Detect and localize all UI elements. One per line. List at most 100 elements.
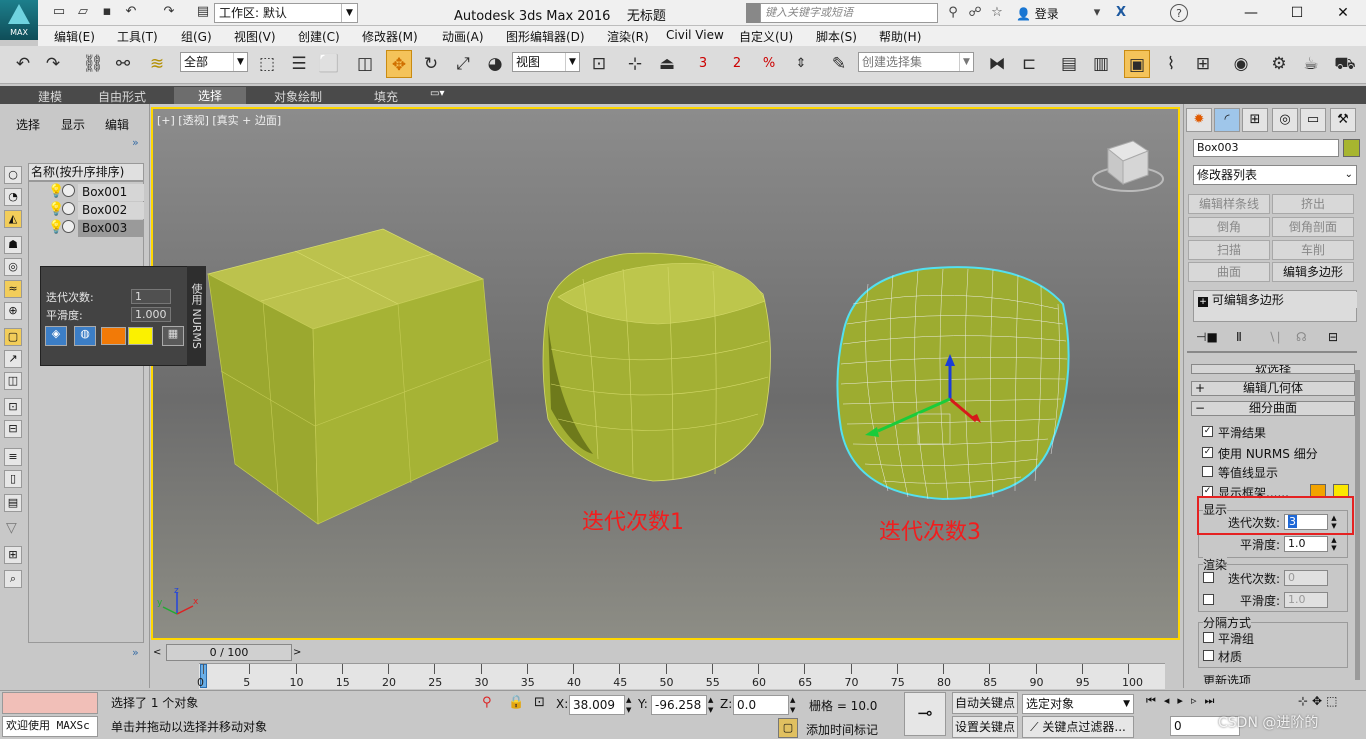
lock-selection-icon[interactable]: 🔒	[508, 695, 524, 710]
spinner-arrows-icon[interactable]: ▲ ▼	[708, 695, 718, 715]
curve-editor-icon[interactable]: ⌇	[1158, 50, 1184, 78]
object-color-swatch[interactable]	[1343, 139, 1360, 157]
help-icon[interactable]: ?	[1170, 4, 1188, 22]
material-editor-icon[interactable]: ◉	[1228, 50, 1254, 78]
name-column-header[interactable]: 名称(按升序排序)	[28, 163, 144, 181]
tab-selection[interactable]: 选择	[174, 87, 246, 104]
stack-item[interactable]: + 可编辑多边形	[1198, 292, 1357, 308]
hidden-filter-icon[interactable]: ⊟	[4, 420, 22, 438]
select-manipulate-icon[interactable]: ⊹	[622, 50, 648, 78]
spinner-arrows-icon[interactable]: ▲ ▼	[790, 695, 800, 715]
minimize-button[interactable]: —	[1228, 0, 1274, 26]
exchange-icon[interactable]: X	[1112, 4, 1130, 22]
playback-controls[interactable]: ⏮◂▸▹⏭	[1146, 694, 1222, 708]
bevel-button[interactable]: 倒角	[1188, 217, 1270, 237]
menu-rendering[interactable]: 渲染(R)	[607, 28, 649, 45]
link-icon[interactable]: ⛓	[80, 50, 106, 78]
ribbon-options-icon[interactable]: ▭▾	[430, 88, 444, 99]
dropdown-icon[interactable]: ▾	[1088, 4, 1106, 22]
scene-explorer-icon[interactable]: ▣	[1124, 50, 1150, 78]
menu-scripting[interactable]: 脚本(S)	[816, 28, 857, 45]
freeze-icon[interactable]	[62, 202, 75, 215]
undo-icon[interactable]: ↶	[122, 3, 140, 21]
use-nurms-checkbox[interactable]: ✓	[1202, 447, 1213, 458]
spacewarp-filter-icon[interactable]: ▢	[4, 328, 22, 346]
angle-snap-icon[interactable]: 2	[724, 50, 750, 78]
bind-spacewarp-icon[interactable]: ≋	[144, 50, 170, 78]
save-icon[interactable]: ▪	[98, 3, 116, 21]
menu-tools[interactable]: 工具(T)	[117, 28, 158, 45]
named-selection-set-dropdown[interactable]: 创建选择集 ▼	[858, 52, 974, 72]
menu-group[interactable]: 组(G)	[181, 28, 212, 45]
auto-key-button[interactable]: 自动关键点	[952, 692, 1018, 714]
render-frame-icon[interactable]: ☕	[1298, 50, 1324, 78]
tab-modeling[interactable]: 建模	[38, 88, 62, 105]
list-item[interactable]: Box001	[78, 184, 144, 201]
new-file-icon[interactable]: ▭	[50, 3, 68, 21]
time-tag-icon[interactable]: ▢	[778, 718, 798, 738]
smooth-result-checkbox[interactable]: ✓	[1202, 426, 1213, 437]
freeze-icon[interactable]	[62, 184, 75, 197]
more-icon[interactable]: »	[132, 646, 139, 659]
window-crossing-icon[interactable]: ◫	[352, 50, 378, 78]
geometry-filter-icon[interactable]: ◭	[4, 210, 22, 228]
bone-filter-icon[interactable]: ↗	[4, 350, 22, 368]
sort-icon[interactable]: ≡	[4, 448, 22, 466]
camera-filter-icon[interactable]: ☗	[4, 236, 22, 254]
cage-icon[interactable]: ◈	[45, 326, 67, 346]
object-name-field[interactable]: Box003	[1193, 139, 1339, 157]
select-by-name-icon[interactable]: ☰	[286, 50, 312, 78]
tab-object-paint[interactable]: 对象绘制	[274, 88, 322, 105]
modify-tab-icon[interactable]: ◜	[1214, 108, 1240, 132]
mirror-icon[interactable]: ⧓	[984, 50, 1010, 78]
schematic-view-icon[interactable]: ⊞	[1190, 50, 1216, 78]
remove-modifier-icon[interactable]: ☊	[1296, 330, 1307, 344]
configure-sets-icon[interactable]: ⊟	[1328, 330, 1338, 344]
communication-icon[interactable]: ☍	[966, 4, 984, 22]
redo-icon[interactable]: ↷	[40, 50, 66, 78]
lathe-button[interactable]: 车削	[1272, 240, 1354, 260]
favorites-star-icon[interactable]: ☆	[988, 4, 1006, 22]
display-tab-icon[interactable]: ▭	[1300, 108, 1326, 132]
layer-icon[interactable]: ▤	[4, 494, 22, 512]
rollout-soft-selection[interactable]: 软选择	[1191, 364, 1355, 374]
group-filter-icon[interactable]: ◫	[4, 372, 22, 390]
isoline-display-checkbox[interactable]	[1202, 466, 1213, 477]
render-smoothness-checkbox[interactable]	[1203, 594, 1214, 605]
render-iterations-input[interactable]: 0	[1284, 570, 1328, 586]
viewcube[interactable]	[1092, 140, 1164, 192]
search-input[interactable]: 键入关键字或短语	[760, 3, 938, 23]
shape-filter-icon[interactable]: ≈	[4, 280, 22, 298]
previous-frame-icon[interactable]: <	[153, 645, 165, 661]
rollout-subdivision-surface[interactable]: − 细分曲面	[1191, 401, 1355, 416]
render-smoothness-input[interactable]: 1.0	[1284, 592, 1328, 608]
place-icon[interactable]: ◕	[482, 50, 508, 78]
next-frame-icon[interactable]: >	[293, 645, 305, 661]
maxscript-mini-listener[interactable]: 欢迎使用 MAXSc	[2, 716, 98, 737]
key-mode-dropdown[interactable]: 选定对象 ▼	[1022, 694, 1134, 714]
edit-poly-button[interactable]: 编辑多边形	[1272, 262, 1354, 282]
sweep-button[interactable]: 扫描	[1188, 240, 1270, 260]
select-and-scale-icon[interactable]: ⤢	[450, 50, 476, 78]
menu-civil-view[interactable]: Civil View	[666, 28, 724, 42]
nurms-smooth-input[interactable]: 1.000	[131, 307, 171, 322]
modifier-list-dropdown[interactable]: 修改器列表 ⌄	[1193, 165, 1357, 185]
freeze-icon[interactable]	[62, 220, 75, 233]
explorer-tab-edit[interactable]: 编辑	[105, 116, 129, 133]
undo-icon[interactable]: ↶	[10, 50, 36, 78]
utilities-tab-icon[interactable]: ⚒	[1330, 108, 1356, 132]
materials-checkbox[interactable]	[1203, 650, 1214, 661]
nurms-panel-tab[interactable]: 使用 NURMS	[187, 266, 206, 366]
edit-spline-button[interactable]: 编辑样条线	[1188, 194, 1270, 214]
extrude-button[interactable]: 挤出	[1272, 194, 1354, 214]
snaps-toggle-icon[interactable]: 3	[690, 50, 716, 78]
bevel-profile-button[interactable]: 倒角剖面	[1272, 217, 1354, 237]
list-item-selected[interactable]: Box003	[78, 220, 144, 237]
cage-color-swatch[interactable]	[101, 327, 126, 345]
render-production-icon[interactable]: ⛟	[1332, 50, 1358, 78]
add-time-tag[interactable]: 添加时间标记	[806, 721, 878, 738]
app-menu-button[interactable]: MAX	[0, 0, 38, 40]
spinner-snap-icon[interactable]: ⇕	[788, 50, 814, 78]
select-and-move-icon[interactable]: ✥	[386, 50, 412, 78]
xref-filter-icon[interactable]: ⊡	[4, 398, 22, 416]
